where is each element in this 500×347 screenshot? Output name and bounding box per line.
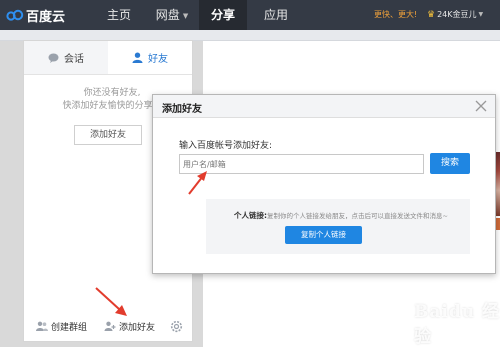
brand-name: 百度云 — [26, 9, 66, 25]
chevron-down-icon: ▼ — [182, 11, 189, 20]
nav-share[interactable]: 分享 — [199, 0, 247, 30]
copy-personal-link-button[interactable]: 复制个人链接 — [285, 226, 362, 244]
nav-home-label: 主页 — [106, 8, 131, 22]
annotation-arrow-icon — [188, 171, 207, 195]
panel-tabs: 会话 好友 — [24, 41, 192, 75]
tab-conversations-label: 会话 — [64, 54, 84, 65]
tab-friends-label: 好友 — [148, 54, 168, 65]
nav-netdisk[interactable]: 网盘 ▼ — [146, 0, 198, 30]
username-email-input[interactable] — [179, 154, 424, 174]
watermark-url: jingyan.baidu.com — [420, 323, 485, 331]
group-icon — [36, 321, 48, 331]
add-person-icon — [104, 321, 116, 331]
cloud-logo-icon — [6, 9, 24, 21]
search-button[interactable]: 搜索 — [430, 153, 470, 174]
chat-bubble-icon — [48, 53, 59, 63]
close-icon[interactable] — [473, 98, 489, 114]
personal-link-box: 个人链接:复制你的个人链接发给朋友，点击后可以直接发送文件和消息~ 复制个人链接 — [206, 199, 470, 254]
dialog-prompt: 输入百度帐号添加好友: — [179, 141, 273, 151]
dialog-header: 添加好友 — [153, 95, 495, 118]
annotation-arrow-icon — [95, 287, 127, 316]
add-friend-footer-button[interactable]: 添加好友 — [104, 320, 155, 333]
dialog-title: 添加好友 — [162, 104, 202, 115]
personal-link-desc-text: 复制你的个人链接发给朋友，点击后可以直接发送文件和消息~ — [267, 212, 448, 220]
brand-logo[interactable]: 百度云 — [6, 6, 66, 25]
personal-link-label: 个人链接: — [234, 211, 267, 220]
tab-conversations[interactable]: 会话 — [24, 41, 108, 74]
add-friend-footer-label: 添加好友 — [119, 322, 156, 333]
gear-icon[interactable] — [170, 320, 183, 333]
add-friend-button[interactable]: 添加好友 — [74, 125, 142, 145]
top-nav-bar: 百度云 主页 网盘 ▼ 分享 应用 更快、更大! ♛ 24K金豆儿 ▼ — [0, 0, 500, 30]
nav-share-label: 分享 — [210, 8, 235, 22]
personal-link-description: 个人链接:复制你的个人链接发给朋友，点击后可以直接发送文件和消息~ — [234, 210, 448, 221]
user-menu[interactable]: ♛ 24K金豆儿 ▼ — [427, 9, 483, 20]
crown-icon: ♛ — [427, 9, 436, 20]
chevron-down-icon: ▼ — [478, 11, 484, 18]
nav-home[interactable]: 主页 — [96, 0, 142, 30]
person-icon — [132, 52, 143, 63]
nav-apps[interactable]: 应用 — [252, 0, 300, 30]
create-group-button[interactable]: 创建群组 — [36, 320, 87, 333]
nav-netdisk-label: 网盘 — [155, 8, 180, 22]
tab-friends[interactable]: 好友 — [108, 41, 192, 74]
nav-apps-label: 应用 — [263, 8, 288, 22]
watermark-logo: Baidu 经验 — [414, 302, 500, 347]
user-name: 24K金豆儿 — [437, 10, 477, 19]
create-group-label: 创建群组 — [51, 322, 88, 333]
promo-notice-link[interactable]: 更快、更大! — [374, 9, 417, 20]
